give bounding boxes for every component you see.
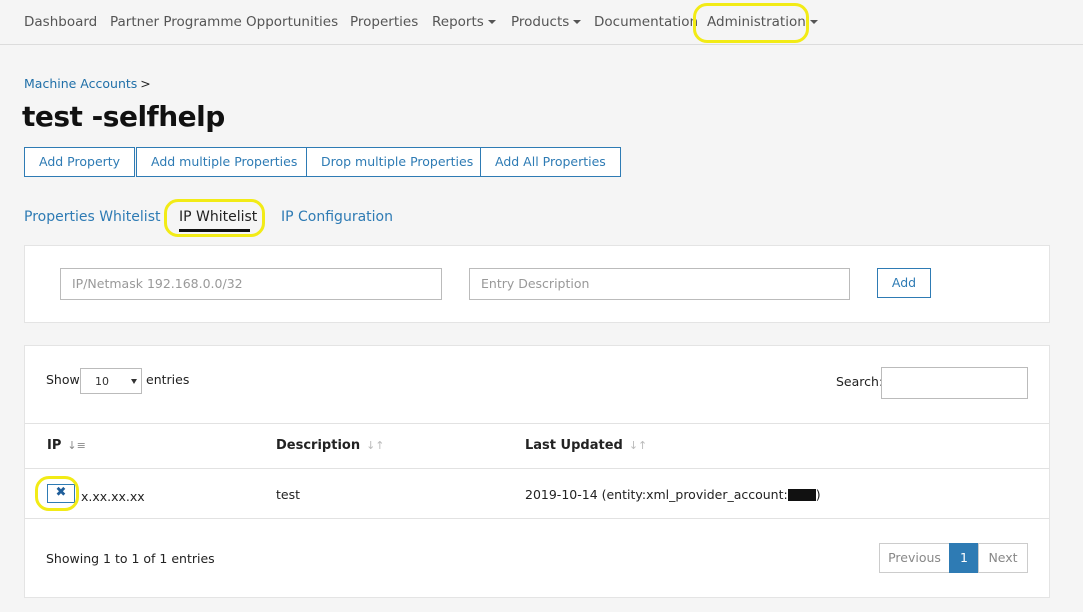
add-property-button[interactable]: Add Property — [24, 147, 136, 177]
cell-last-updated: 2019-10-14 (entity:xml_provider_account:… — [525, 487, 821, 502]
cell-ip: x.xx.xx.xx — [81, 489, 145, 504]
highlight-ip-whitelist — [164, 199, 265, 237]
search-input[interactable] — [881, 367, 1028, 399]
nav-partner-programme[interactable]: Partner Programme — [110, 14, 242, 30]
breadcrumb-separator: > — [140, 76, 151, 91]
table-header-divider — [25, 468, 1049, 469]
add-all-properties-button[interactable]: Add All Properties — [480, 147, 621, 177]
redacted-block — [787, 488, 816, 501]
search-label: Search: — [836, 374, 884, 389]
table-row-divider — [25, 518, 1049, 519]
page-size-select[interactable]: 10 — [80, 368, 142, 394]
entries-label: entries — [146, 372, 190, 387]
add-entry-button[interactable]: Add — [877, 268, 931, 298]
top-navbar: Dashboard Partner Programme Opportunitie… — [0, 0, 1083, 45]
column-header-description[interactable]: Description ↓↑ — [276, 438, 385, 453]
page-size-value: 10 — [95, 375, 109, 388]
nav-opportunities[interactable]: Opportunities — [246, 14, 338, 30]
tab-properties-whitelist[interactable]: Properties Whitelist — [24, 209, 160, 225]
highlight-administration — [693, 3, 809, 43]
chevron-down-icon — [809, 20, 818, 24]
nav-properties[interactable]: Properties — [350, 14, 418, 30]
ip-netmask-input[interactable]: IP/Netmask 192.168.0.0/32 — [60, 268, 442, 300]
page-title: test -selfhelp — [22, 100, 225, 133]
cell-description: test — [276, 487, 301, 502]
entry-description-input[interactable]: Entry Description — [469, 268, 850, 300]
nav-documentation[interactable]: Documentation — [594, 14, 698, 30]
pagination-next[interactable]: Next — [978, 543, 1028, 573]
add-multiple-properties-button[interactable]: Add multiple Properties — [136, 147, 313, 177]
pagination-previous[interactable]: Previous — [879, 543, 950, 573]
chevron-down-icon — [131, 379, 137, 384]
show-label: Show — [46, 372, 80, 387]
chevron-down-icon — [573, 20, 582, 24]
sort-icon: ↓≡ — [67, 439, 86, 452]
sort-icon: ↓↑ — [366, 439, 385, 452]
pagination-page-1[interactable]: 1 — [949, 543, 979, 573]
table-divider — [25, 423, 1049, 424]
breadcrumb-machine-accounts[interactable]: Machine Accounts — [24, 76, 137, 91]
nav-dashboard[interactable]: Dashboard — [24, 14, 97, 30]
nav-reports[interactable]: Reports — [432, 14, 496, 30]
breadcrumb: Machine Accounts > — [24, 76, 151, 91]
table-info: Showing 1 to 1 of 1 entries — [46, 551, 215, 566]
highlight-delete-button — [35, 476, 79, 511]
column-header-ip[interactable]: IP ↓≡ — [47, 438, 86, 453]
chevron-down-icon — [487, 20, 496, 24]
tab-ip-configuration[interactable]: IP Configuration — [281, 209, 393, 225]
sort-icon: ↓↑ — [628, 439, 648, 452]
nav-products[interactable]: Products — [511, 14, 582, 30]
column-header-last-updated[interactable]: Last Updated ↓↑ — [525, 438, 647, 453]
drop-multiple-properties-button[interactable]: Drop multiple Properties — [306, 147, 489, 177]
